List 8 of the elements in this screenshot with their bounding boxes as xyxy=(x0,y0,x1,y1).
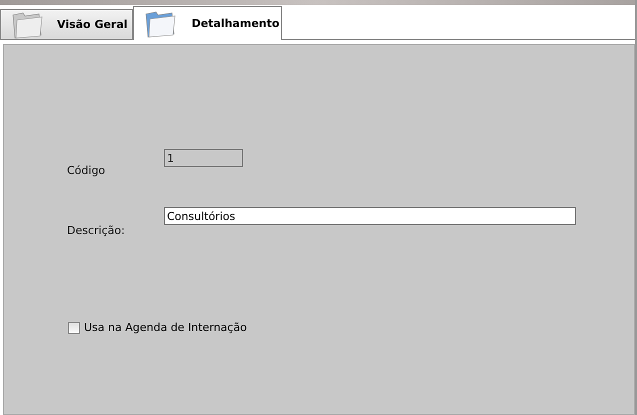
folder-icon xyxy=(144,10,178,38)
description-label: Descrição: xyxy=(67,224,126,237)
description-field[interactable]: Consultórios xyxy=(164,207,576,225)
checkbox[interactable] xyxy=(68,322,80,334)
tab[interactable]: Detalhamento xyxy=(132,6,282,40)
tab[interactable]: Visão Geral xyxy=(0,9,133,39)
code-label: Código xyxy=(67,164,106,177)
checkbox-label: Usa na Agenda de Internação xyxy=(84,321,247,334)
